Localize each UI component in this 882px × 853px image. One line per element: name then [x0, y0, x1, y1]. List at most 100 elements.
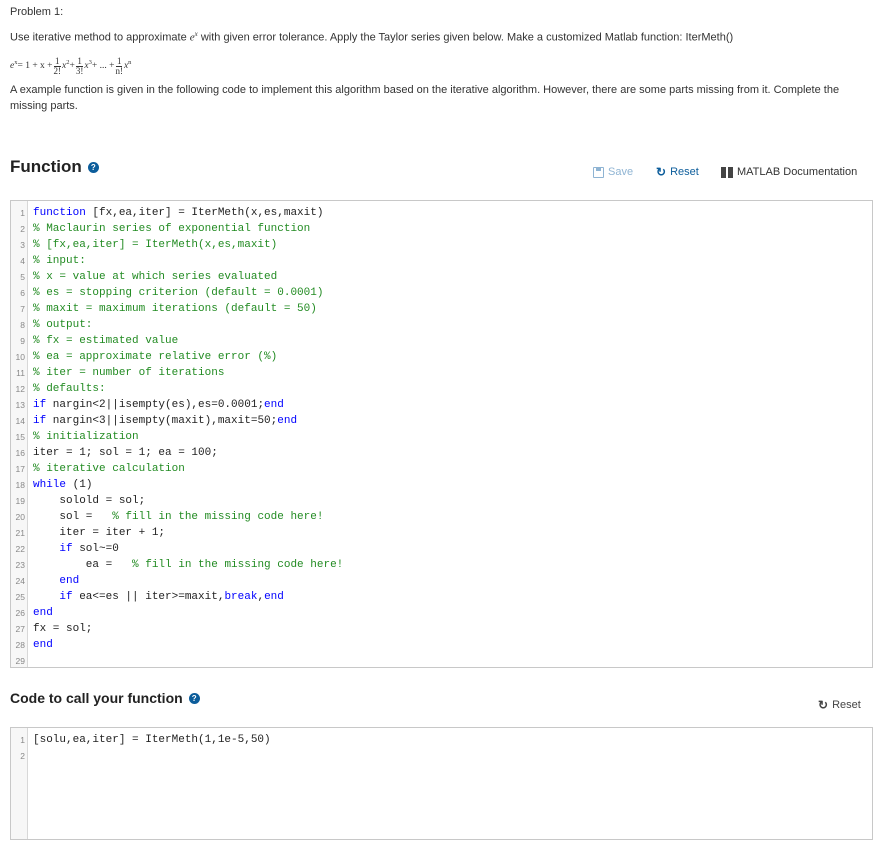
code-line[interactable]: 8 % output: [11, 317, 872, 333]
function-title-text: Function [10, 157, 82, 176]
function-section-title: Function ? [10, 157, 99, 177]
line-number: 21 [15, 528, 25, 538]
line-number: 24 [15, 576, 25, 586]
code-text: % initialization [28, 431, 139, 443]
line-number: 23 [15, 560, 25, 570]
code-text: ea = % fill in the missing code here! [28, 559, 343, 571]
code-line[interactable]: 13 if nargin<2||isempty(es),es=0.0001;end [11, 397, 872, 413]
code-content: 1 [solu,ea,iter] = IterMeth(1,1e-5,50) 2 [11, 732, 872, 764]
code-line[interactable]: 21 iter = iter + 1; [11, 525, 872, 541]
code-comment: % output: [33, 319, 93, 331]
code-line[interactable]: 24 end [11, 573, 872, 589]
code-content: 1 function [fx,ea,iter] = IterMeth(x,es,m… [11, 205, 872, 667]
save-button[interactable]: Save [593, 163, 633, 181]
code-line[interactable]: 3 % [fx,ea,iter] = IterMeth(x,es,maxit) [11, 237, 872, 253]
code-line[interactable]: 7 % maxit = maximum iterations (default =… [11, 301, 872, 317]
problem-instructions: Use iterative method to approximate ex w… [10, 30, 733, 44]
code-line[interactable]: 23 ea = % fill in the missing code here! [11, 557, 872, 573]
instructions-after: with given error tolerance. Apply the Ta… [197, 31, 734, 44]
code-line[interactable]: 9 % fx = estimated value [11, 333, 872, 349]
formula-plus: + [69, 61, 75, 71]
code-text: if nargin<2||isempty(es),es=0.0001;end [28, 399, 284, 411]
matlab-documentation-link[interactable]: MATLAB Documentation [721, 163, 857, 181]
code-text: % Maclaurin series of exponential functi… [28, 223, 310, 235]
code-line[interactable]: 11 % iter = number of iterations [11, 365, 872, 381]
formula-sup-3: 3 [88, 58, 92, 66]
code-token: (1) [66, 479, 93, 491]
formula-frac-2: 1 2! [54, 55, 62, 76]
code-line[interactable]: 22 if sol~=0 [11, 541, 872, 557]
code-line[interactable]: 12 % defaults: [11, 381, 872, 397]
code-keyword: break [224, 591, 258, 603]
reset-button[interactable]: ↻ Reset [656, 163, 699, 181]
question-circle-icon[interactable]: ? [87, 161, 99, 173]
code-line[interactable]: 20 sol = % fill in the missing code here… [11, 509, 872, 525]
line-number: 15 [15, 432, 25, 442]
code-line[interactable]: 14 if nargin<3||isempty(maxit),maxit=50;e… [11, 413, 872, 429]
code-keyword: while [33, 479, 67, 491]
line-number: 12 [15, 384, 25, 394]
code-text: [solu,ea,iter] = IterMeth(1,1e-5,50) [28, 734, 271, 746]
code-text: end [28, 639, 53, 651]
line-number: 1 [20, 208, 25, 218]
code-line[interactable]: 1 function [fx,ea,iter] = IterMeth(x,es,m… [11, 205, 872, 221]
code-token: sol~=0 [72, 543, 119, 555]
code-line[interactable]: 27 fx = sol; [11, 621, 872, 637]
line-number: 10 [15, 352, 25, 362]
code-text: fx = sol; [28, 623, 92, 635]
line-number: 20 [15, 512, 25, 522]
code-line[interactable]: 19 solold = sol; [11, 493, 872, 509]
code-line[interactable]: 17 % iterative calculation [11, 461, 872, 477]
code-text: iter = 1; sol = 1; ea = 100; [28, 447, 218, 459]
code-text: function [fx,ea,iter] = IterMeth(x,es,ma… [28, 207, 323, 219]
frac-3-num: 1 [76, 55, 83, 67]
code-line[interactable]: 5 % x = value at which series evaluated [11, 269, 872, 285]
call-code-editor[interactable]: 1 [solu,ea,iter] = IterMeth(1,1e-5,50) 2 [10, 727, 873, 840]
formula-sup-n: n [128, 58, 132, 66]
formula-eq: = 1 + x + [17, 61, 53, 71]
code-text: % iter = number of iterations [28, 367, 224, 379]
line-number: 27 [15, 624, 25, 634]
code-line[interactable]: 2 [11, 748, 872, 764]
call-section-title: Code to call your function ? [10, 690, 200, 706]
line-number: 29 [15, 656, 25, 666]
frac-2-num: 1 [54, 55, 61, 67]
code-line[interactable]: 4 % input: [11, 253, 872, 269]
code-keyword: if [33, 415, 47, 427]
line-number: 28 [15, 640, 25, 650]
code-line[interactable]: 18 while (1) [11, 477, 872, 493]
code-comment: % fx = estimated value [33, 335, 179, 347]
line-number: 1 [20, 735, 25, 745]
code-token: ea = [33, 559, 133, 571]
function-code-editor[interactable]: 1 function [fx,ea,iter] = IterMeth(x,es,m… [10, 200, 873, 668]
refresh-icon: ↻ [818, 698, 829, 712]
question-circle-icon[interactable]: ? [188, 692, 200, 704]
code-line[interactable]: 1 [solu,ea,iter] = IterMeth(1,1e-5,50) [11, 732, 872, 748]
code-line[interactable]: 25 if ea<=es || iter>=maxit,break,end [11, 589, 872, 605]
line-number: 8 [20, 320, 25, 330]
code-text: % [fx,ea,iter] = IterMeth(x,es,maxit) [28, 239, 277, 251]
code-line[interactable]: 6 % es = stopping criterion (default = 0.… [11, 285, 872, 301]
code-token: [solu,ea,iter] = IterMeth(1,1e-5,50) [33, 734, 271, 746]
code-keyword: end [277, 415, 298, 427]
code-keyword: end [33, 639, 53, 651]
code-line[interactable]: 15 % initialization [11, 429, 872, 445]
code-line[interactable]: 28 end [11, 637, 872, 653]
reset-label: Reset [670, 166, 699, 178]
code-token: iter = 1; sol = 1; ea = 100; [33, 447, 218, 459]
code-line[interactable]: 29 [11, 653, 872, 667]
code-line[interactable]: 16 iter = 1; sol = 1; ea = 100; [11, 445, 872, 461]
code-line[interactable]: 2 % Maclaurin series of exponential funct… [11, 221, 872, 237]
line-number: 4 [20, 256, 25, 266]
code-token: fx = sol; [33, 623, 93, 635]
code-keyword: end [264, 399, 284, 411]
code-line[interactable]: 26 end [11, 605, 872, 621]
line-number: 18 [15, 480, 25, 490]
code-text: % iterative calculation [28, 463, 185, 475]
line-number: 19 [15, 496, 25, 506]
call-reset-button[interactable]: ↻ Reset [818, 697, 861, 713]
save-label: Save [608, 166, 634, 178]
line-number: 2 [20, 224, 25, 234]
code-line[interactable]: 10 % ea = approximate relative error (%) [11, 349, 872, 365]
